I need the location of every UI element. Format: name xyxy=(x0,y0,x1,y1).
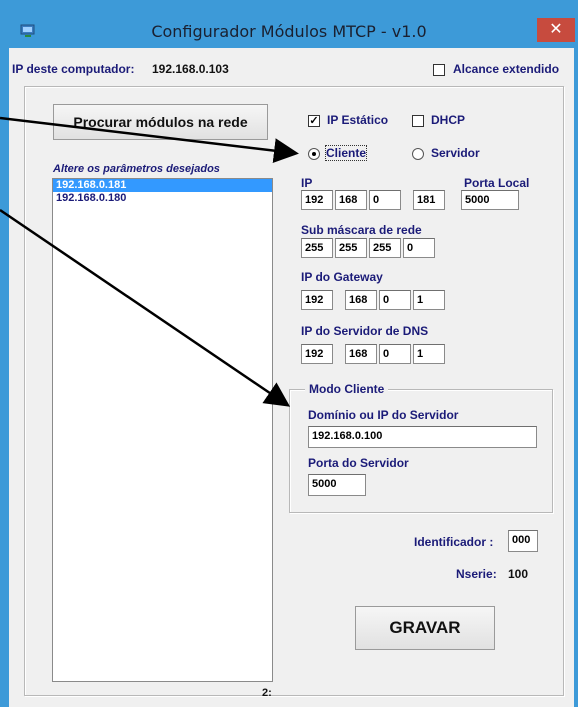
subnet-label: Sub máscara de rede xyxy=(301,223,422,237)
identifier-label: Identificador : xyxy=(414,535,494,549)
extended-range-label: Alcance extendido xyxy=(453,62,560,76)
local-port-input[interactable]: 5000 xyxy=(461,190,519,210)
search-modules-button[interactable]: Procurar módulos na rede xyxy=(53,104,268,140)
module-ip: 192.168.0.180 xyxy=(56,192,127,204)
subnet-octet-4[interactable]: 0 xyxy=(403,238,435,258)
client-radio[interactable] xyxy=(308,148,320,160)
client-radio-label: Cliente xyxy=(324,145,368,161)
client-area: IP deste computador: 192.168.0.103 Alcan… xyxy=(9,48,574,707)
list-caption: Altere os parâmetros desejados xyxy=(53,163,220,175)
dhcp-label: DHCP xyxy=(431,113,466,127)
gateway-octet-3[interactable]: 0 xyxy=(379,290,411,310)
computer-ip-value: 192.168.0.103 xyxy=(152,62,229,76)
gateway-label: IP do Gateway xyxy=(301,270,383,284)
server-address-input[interactable]: 192.168.0.100 xyxy=(308,426,537,448)
identifier-input[interactable]: 000 xyxy=(508,530,538,552)
dns-label: IP do Servidor de DNS xyxy=(301,324,429,338)
dhcp-checkbox[interactable] xyxy=(412,115,424,127)
gateway-octet-1[interactable]: 192 xyxy=(301,290,333,310)
close-button[interactable]: ✕ xyxy=(537,18,575,42)
dns-octet-3[interactable]: 0 xyxy=(379,344,411,364)
static-ip-label: IP Estático xyxy=(327,113,389,127)
serial-value: 100 xyxy=(508,567,529,581)
server-radio[interactable] xyxy=(412,148,424,160)
serial-label: Nserie: xyxy=(456,567,497,581)
dns-octet-1[interactable]: 192 xyxy=(301,344,333,364)
server-port-input[interactable]: 5000 xyxy=(308,474,366,496)
application-window: Configurador Módulos MTCP - v1.0 ✕ IP de… xyxy=(0,0,578,707)
dns-octet-4[interactable]: 1 xyxy=(413,344,445,364)
extended-range-checkbox[interactable] xyxy=(433,64,445,76)
subnet-octet-1[interactable]: 255 xyxy=(301,238,333,258)
computer-ip-label: IP deste computador: xyxy=(12,62,135,76)
ip-label: IP xyxy=(301,176,313,190)
window-title: Configurador Módulos MTCP - v1.0 xyxy=(151,22,427,41)
ip-octet-4[interactable]: 181 xyxy=(413,190,445,210)
subnet-octet-3[interactable]: 255 xyxy=(369,238,401,258)
server-address-label: Domínio ou IP do Servidor xyxy=(308,408,459,422)
server-port-label: Porta do Servidor xyxy=(308,456,409,470)
dns-octet-2[interactable]: 168 xyxy=(345,344,377,364)
module-ip: 192.168.0.181 xyxy=(56,179,127,191)
static-ip-checkbox[interactable]: ✓ xyxy=(308,115,320,127)
ip-octet-3[interactable]: 0 xyxy=(369,190,401,210)
client-mode-title: Modo Cliente xyxy=(305,382,389,396)
list-item[interactable]: 192.168.0.180 xyxy=(53,192,272,205)
title-bar[interactable]: Configurador Módulos MTCP - v1.0 ✕ xyxy=(0,0,578,44)
modules-list[interactable]: 192.168.0.181 192.168.0.180 xyxy=(52,178,273,682)
gateway-octet-4[interactable]: 1 xyxy=(413,290,445,310)
local-port-label: Porta Local xyxy=(464,176,530,190)
close-icon: ✕ xyxy=(549,19,563,38)
server-radio-label: Servidor xyxy=(431,146,480,160)
list-item[interactable]: 192.168.0.181 xyxy=(53,179,272,192)
gateway-octet-2[interactable]: 168 xyxy=(345,290,377,310)
ip-octet-1[interactable]: 192 xyxy=(301,190,333,210)
subnet-octet-2[interactable]: 255 xyxy=(335,238,367,258)
module-count: 2: xyxy=(262,687,272,699)
ip-octet-2[interactable]: 168 xyxy=(335,190,367,210)
save-button[interactable]: GRAVAR xyxy=(355,606,495,650)
